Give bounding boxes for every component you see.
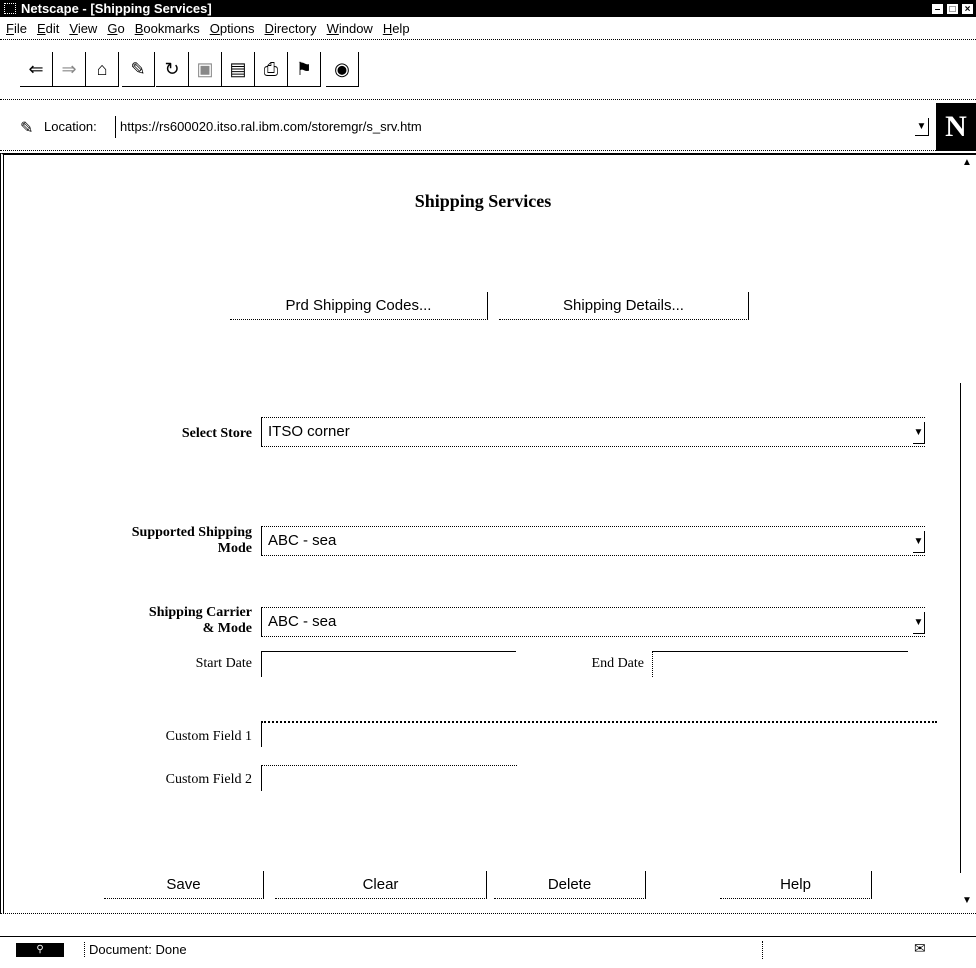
shipping-carrier-label: Shipping Carrier & Mode (148, 605, 252, 636)
menu-file[interactable]: File (6, 21, 27, 36)
chevron-down-icon[interactable]: ▼ (915, 118, 929, 136)
select-store-label: Select Store (181, 426, 252, 441)
minimize-button[interactable]: – (931, 2, 944, 15)
stop-icon[interactable]: ◉ (326, 52, 359, 87)
menu-edit[interactable]: Edit (37, 21, 59, 36)
delete-button[interactable]: Delete (494, 871, 646, 899)
bookmark-icon[interactable]: ✎ (20, 118, 38, 137)
start-date-input[interactable] (261, 651, 516, 677)
menu-options[interactable]: Options (210, 21, 255, 36)
scroll-track[interactable] (960, 383, 974, 873)
forward-icon[interactable]: ⇒ (53, 52, 86, 87)
start-date-label: Start Date (195, 656, 252, 671)
security-key-icon[interactable]: ⚲ (16, 943, 64, 957)
menu-bookmarks[interactable]: Bookmarks (135, 21, 200, 36)
close-button[interactable]: × (961, 2, 974, 15)
location-label: Location: (44, 119, 97, 134)
menu-bar: File Edit View Go Bookmarks Options Dire… (0, 18, 976, 40)
menu-window[interactable]: Window (327, 21, 373, 36)
shipping-mode-label: Supported Shipping Mode (131, 525, 252, 556)
find-icon[interactable]: ⚑ (288, 52, 321, 87)
home-icon[interactable]: ⌂ (86, 52, 119, 87)
help-button[interactable]: Help (720, 871, 872, 899)
menu-help[interactable]: Help (383, 21, 410, 36)
custom-field-2-input[interactable] (261, 765, 517, 791)
custom-field-1-input[interactable] (261, 721, 937, 747)
chevron-down-icon[interactable]: ▼ (913, 612, 925, 634)
content-bottom-border (0, 913, 976, 914)
vertical-scrollbar[interactable]: ▲ ▼ (958, 153, 976, 913)
back-icon[interactable]: ⇐ (20, 52, 53, 87)
toolbar: ⇐ ⇒ ⌂ ✎ ↻ ▣ ▤ ⎙ ⚑ ◉ (0, 44, 976, 100)
custom-field-1-label: Custom Field 1 (165, 729, 252, 744)
netscape-logo[interactable]: N (936, 103, 976, 151)
select-store-value: ITSO corner (268, 423, 350, 440)
window-title: Netscape - [Shipping Services] (21, 1, 212, 16)
mail-icon[interactable]: ✉ (914, 940, 926, 957)
custom-field-2-label: Custom Field 2 (165, 772, 252, 787)
print-icon[interactable]: ⎙ (255, 52, 288, 87)
shipping-carrier-value: ABC - sea (268, 613, 337, 630)
menu-go[interactable]: Go (107, 21, 124, 36)
images-icon[interactable]: ▣ (189, 52, 222, 87)
end-date-input[interactable] (652, 651, 908, 677)
chevron-down-icon[interactable]: ▼ (913, 531, 925, 553)
chevron-down-icon[interactable]: ▼ (913, 422, 925, 444)
reload-icon[interactable]: ↻ (156, 52, 189, 87)
location-input[interactable]: https://rs600020.itso.ral.ibm.com/storem… (115, 116, 930, 138)
end-date-label: End Date (591, 656, 644, 671)
prd-shipping-codes-button[interactable]: Prd Shipping Codes... (230, 292, 488, 320)
shipping-carrier-dropdown[interactable]: ABC - sea ▼ (261, 607, 925, 637)
status-bar: ⚲ Document: Done ✉ (0, 936, 976, 968)
scroll-down-icon[interactable]: ▼ (960, 895, 974, 909)
save-button[interactable]: Save (104, 871, 264, 899)
select-store-dropdown[interactable]: ITSO corner ▼ (261, 417, 925, 447)
title-bar: Netscape - [Shipping Services] – □ × (0, 0, 976, 17)
scroll-up-icon[interactable]: ▲ (960, 157, 974, 171)
shipping-mode-value: ABC - sea (268, 532, 337, 549)
maximize-button[interactable]: □ (946, 2, 959, 15)
edit-icon[interactable]: ✎ (122, 52, 155, 87)
status-divider (762, 941, 763, 959)
status-text: Document: Done (84, 942, 187, 957)
shipping-details-button[interactable]: Shipping Details... (499, 292, 749, 320)
page-title: Shipping Services (414, 191, 552, 211)
netscape-app-icon[interactable] (4, 3, 16, 14)
open-icon[interactable]: ▤ (222, 52, 255, 87)
menu-view[interactable]: View (69, 21, 97, 36)
location-bar: ✎ Location: https://rs600020.itso.ral.ib… (0, 103, 976, 151)
menu-directory[interactable]: Directory (265, 21, 317, 36)
shipping-mode-dropdown[interactable]: ABC - sea ▼ (261, 526, 925, 556)
page-content: Shipping Services Prd Shipping Codes... … (0, 153, 976, 913)
clear-button[interactable]: Clear (275, 871, 487, 899)
